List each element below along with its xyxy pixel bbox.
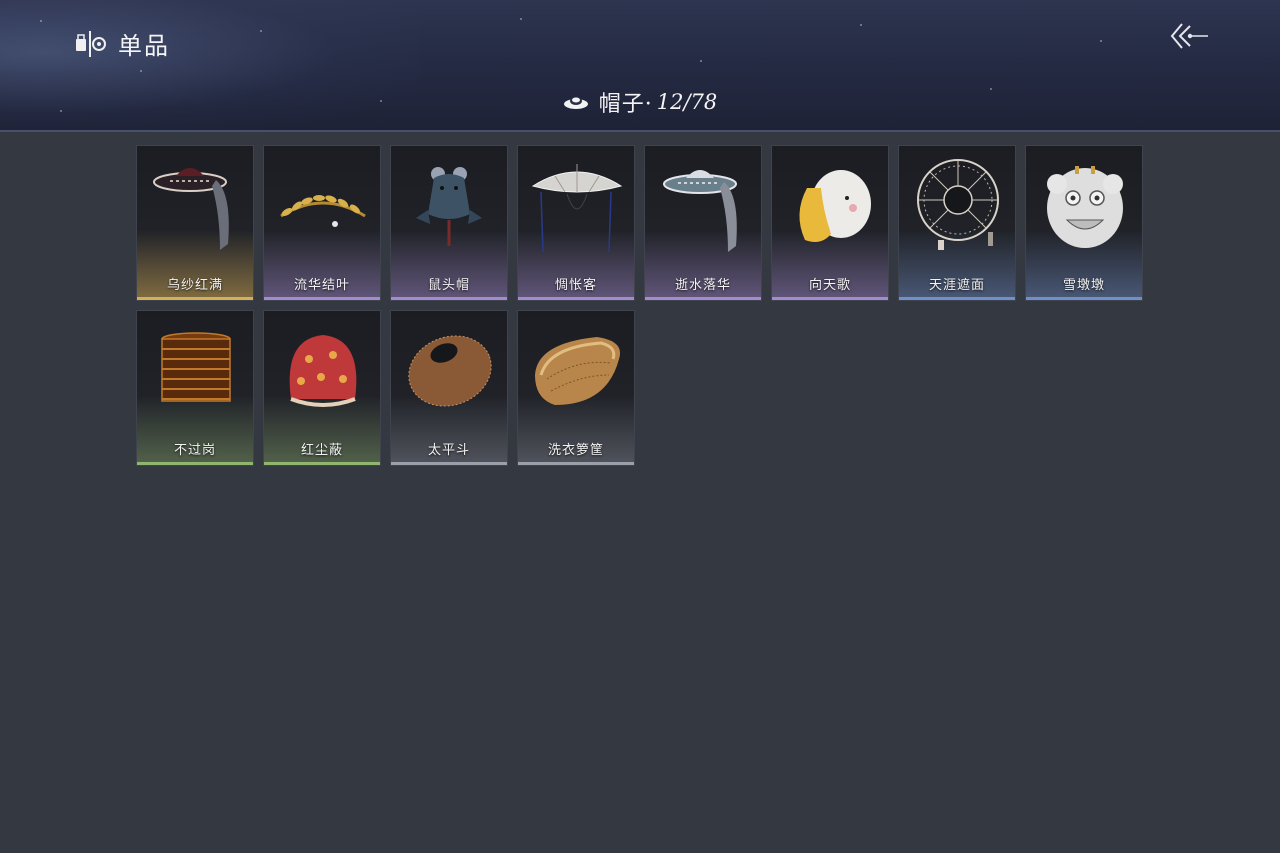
double-chevron-left-icon <box>1170 23 1208 49</box>
rarity-bar <box>645 297 761 300</box>
category-heading: 帽子· 12/78 <box>0 86 1280 118</box>
rarity-bar <box>518 462 634 465</box>
item-name: 惆怅客 <box>554 278 597 293</box>
item-name: 不过岗 <box>173 443 216 458</box>
rarity-bar <box>264 462 380 465</box>
item-name: 雪墩墩 <box>1062 278 1105 293</box>
item-card-0[interactable]: 乌纱红满 <box>136 145 254 301</box>
header-banner: 单品 帽子· 12/78 <box>0 0 1280 132</box>
mouse-head-hat-icon <box>416 167 482 246</box>
stacked-bowls-icon <box>161 332 231 402</box>
item-card-1[interactable]: 流华结叶 <box>263 145 381 301</box>
golden-laurel-icon <box>280 195 366 227</box>
category-label: 帽子· <box>598 92 653 117</box>
item-name: 洗衣箩筐 <box>547 443 604 458</box>
item-card-2[interactable]: 鼠头帽 <box>390 145 508 301</box>
woven-basket-hat-icon <box>408 335 492 407</box>
rarity-bar <box>137 297 253 300</box>
black-gauze-hat-icon <box>153 168 229 250</box>
rarity-bar <box>391 462 507 465</box>
item-card-10[interactable]: 太平斗 <box>390 310 508 466</box>
item-card-4[interactable]: 逝水落华 <box>644 145 762 301</box>
item-card-3[interactable]: 惆怅客 <box>517 145 635 301</box>
item-card-7[interactable]: 雪墩墩 <box>1025 145 1143 301</box>
rarity-bar <box>1026 297 1142 300</box>
hat-icon <box>563 97 588 109</box>
item-name: 向天歌 <box>808 278 851 293</box>
item-name: 流华结叶 <box>293 278 350 293</box>
category-count: 12/78 <box>656 90 718 114</box>
page-title: 单品 <box>118 32 170 60</box>
laundry-basket-icon <box>535 337 621 405</box>
back-button[interactable] <box>1166 18 1210 54</box>
rarity-bar <box>264 297 380 300</box>
rarity-bar <box>137 462 253 465</box>
snow-lion-mask-icon <box>1047 166 1123 248</box>
item-card-6[interactable]: 天涯遮面 <box>898 145 1016 301</box>
rarity-bar <box>899 297 1015 300</box>
rarity-bar <box>391 297 507 300</box>
item-card-5[interactable]: 向天歌 <box>771 145 889 301</box>
wicker-wheel-mask-icon <box>917 159 999 250</box>
inventory-icon <box>76 30 106 57</box>
item-card-11[interactable]: 洗衣箩筐 <box>517 310 635 466</box>
item-name: 红尘蔽 <box>300 443 343 458</box>
item-name: 鼠头帽 <box>427 278 470 293</box>
item-name: 乌纱红满 <box>166 278 223 293</box>
item-name: 天涯遮面 <box>928 278 985 293</box>
page-title-group: 单品 <box>74 26 170 61</box>
rarity-bar <box>518 297 634 300</box>
conical-hat-icon <box>531 164 623 253</box>
item-name: 太平斗 <box>427 443 470 458</box>
red-hood-icon <box>289 335 357 407</box>
goose-hood-icon <box>799 170 871 242</box>
item-card-8[interactable]: 不过岗 <box>136 310 254 466</box>
item-card-9[interactable]: 红尘蔽 <box>263 310 381 466</box>
veiled-hat-icon <box>663 170 737 252</box>
rarity-bar <box>772 297 888 300</box>
item-name: 逝水落华 <box>674 278 731 293</box>
